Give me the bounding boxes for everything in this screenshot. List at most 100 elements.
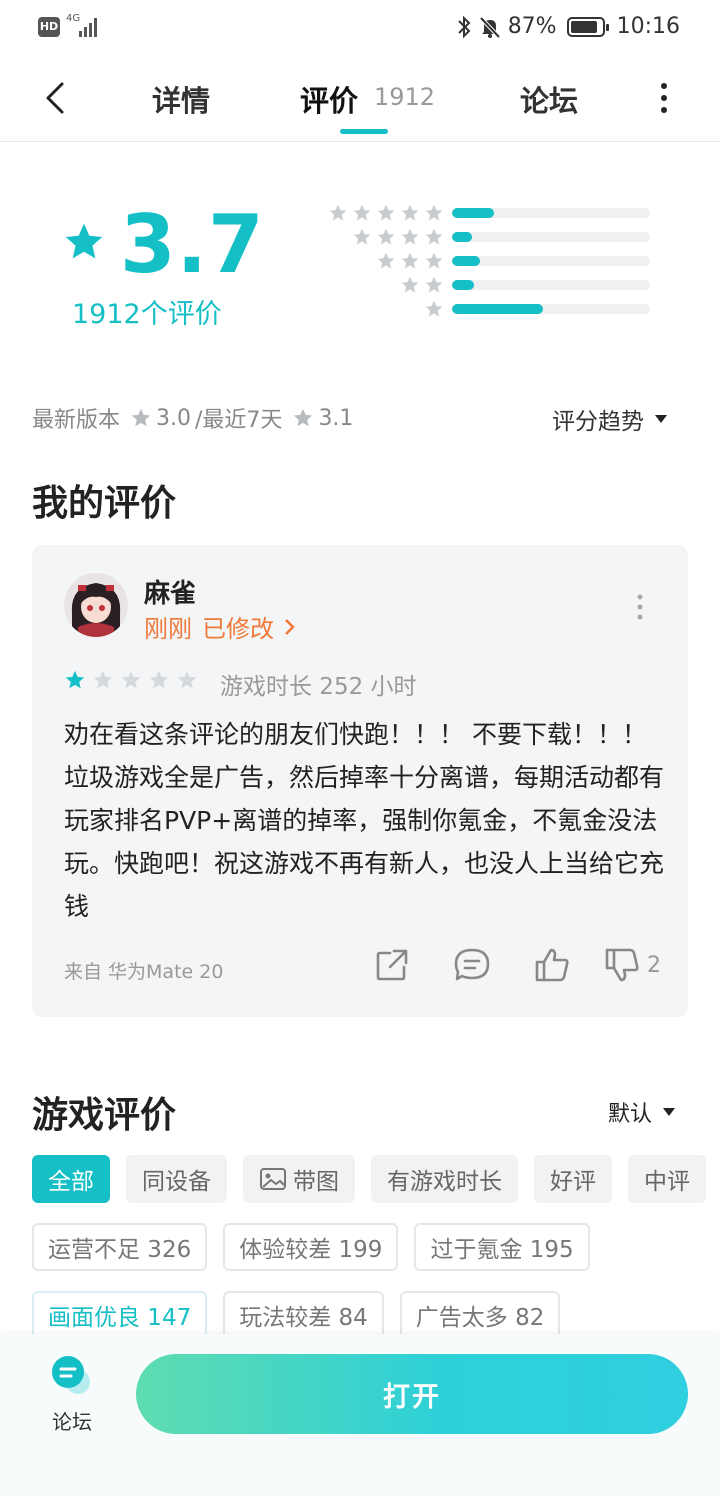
clock: 10:16: [616, 14, 680, 39]
avatar[interactable]: [64, 573, 128, 637]
signal-icon: [79, 18, 97, 37]
dislike-button[interactable]: 2: [592, 947, 672, 983]
tab-review[interactable]: 评价: [300, 78, 358, 120]
star-icon: [401, 276, 419, 293]
star-icon: [425, 300, 443, 317]
my-review-stars: [64, 669, 198, 691]
distribution-stars: [376, 251, 444, 271]
star-icon: [377, 228, 395, 245]
tag-chip[interactable]: 画面优良 147: [32, 1291, 208, 1339]
game-reviews-heading: 游戏评价: [32, 1095, 177, 1136]
distribution-row-5: [300, 203, 650, 223]
star-icon: [377, 204, 395, 221]
star-icon: [425, 252, 443, 269]
star-icon: [425, 204, 443, 221]
comment-icon: [454, 948, 490, 981]
distribution-row-1: [300, 299, 650, 319]
tab-review-count: 1912: [374, 83, 436, 111]
star-icon: [329, 204, 347, 221]
version-scores: 最新版本 3.0 /最近7天 3.1: [32, 402, 353, 434]
distribution-row-4: [300, 227, 650, 247]
distribution-bar: [452, 280, 650, 290]
review-text: 劝在看这条评论的朋友们快跑！！！ 不要下载！！！ 垃圾游戏全是广告，然后掉率十分…: [64, 720, 665, 921]
star-icon: [401, 228, 419, 245]
back-arrow-icon[interactable]: [40, 78, 70, 118]
distribution-stars: [352, 227, 444, 247]
tag-chip[interactable]: 运营不足 326: [32, 1223, 208, 1271]
star-icon: [425, 228, 443, 245]
distribution-bar-fill: [452, 208, 494, 218]
active-tab-indicator: [340, 129, 388, 134]
username[interactable]: 麻雀: [144, 573, 196, 610]
tag-chip[interactable]: 广告太多 82: [399, 1291, 561, 1339]
filter-with-image[interactable]: 带图: [243, 1155, 355, 1203]
filter-neutral[interactable]: 中评: [628, 1155, 706, 1203]
mute-bell-icon: [479, 16, 501, 38]
recent-label: /最近7天: [195, 408, 283, 433]
tag-row-2: 画面优良 147 玩法较差 84 广告太多 82: [32, 1291, 561, 1339]
caret-down-icon: [655, 415, 667, 423]
distribution-bar: [452, 232, 650, 242]
tag-row-1: 运营不足 326 体验较差 199 过于氪金 195: [32, 1223, 590, 1271]
star-icon: [377, 252, 395, 269]
review-meta[interactable]: 刚刚 已修改: [144, 609, 296, 644]
rating-trend-dropdown[interactable]: 评分趋势: [552, 402, 668, 436]
star-icon: [93, 670, 113, 689]
comment-button[interactable]: [432, 947, 512, 983]
thumbs-down-icon: [605, 948, 639, 982]
share-button[interactable]: [352, 947, 432, 983]
filter-playtime[interactable]: 有游戏时长: [371, 1155, 518, 1203]
tag-chip[interactable]: 体验较差 199: [223, 1223, 399, 1271]
filter-same-device[interactable]: 同设备: [126, 1155, 227, 1203]
star-icon: [401, 252, 419, 269]
latest-version-score: 3.0: [156, 405, 192, 431]
tag-chip[interactable]: 玩法较差 84: [223, 1291, 384, 1339]
share-icon: [376, 949, 408, 981]
tab-detail[interactable]: 详情: [152, 78, 210, 120]
my-review-heading: 我的评价: [32, 483, 177, 524]
star-icon: [425, 276, 443, 293]
top-nav: 详情 评价 1912 论坛: [0, 56, 720, 142]
latest-version-label: 最新版本: [32, 408, 121, 433]
tag-chip[interactable]: 过于氪金 195: [414, 1223, 590, 1271]
forum-icon[interactable]: [50, 1354, 94, 1398]
distribution-row-3: [300, 251, 650, 271]
tab-forum[interactable]: 论坛: [520, 78, 578, 120]
hd-badge: HD: [38, 17, 60, 37]
device-label: 来自 华为Mate 20: [64, 961, 224, 983]
average-score: 3.7: [120, 198, 265, 291]
battery-percent: 87%: [507, 14, 557, 39]
distribution-bar: [452, 304, 650, 314]
recent-score: 3.1: [318, 405, 354, 431]
status-bar: HD 4G 87% 10:16: [0, 0, 720, 56]
review-more-icon[interactable]: [634, 593, 646, 621]
small-star-icon: [131, 408, 151, 427]
distribution-bar: [452, 256, 650, 266]
filter-positive[interactable]: 好评: [534, 1155, 612, 1203]
thumbs-up-icon: [535, 948, 569, 982]
star-icon: [401, 204, 419, 221]
filter-with-image-label: 带图: [293, 1169, 339, 1195]
sort-dropdown[interactable]: 默认: [608, 1096, 676, 1128]
open-button[interactable]: 打开: [136, 1354, 688, 1434]
caret-down-icon: [663, 1108, 676, 1116]
sort-label: 默认: [608, 1102, 653, 1127]
more-vert-icon[interactable]: [652, 80, 676, 116]
distribution-bar-fill: [452, 232, 472, 242]
star-icon: [65, 670, 85, 689]
small-star-icon: [294, 408, 313, 427]
like-button[interactable]: [512, 947, 592, 983]
battery-icon: [566, 16, 609, 37]
distribution-bar: [452, 208, 650, 218]
edited-label: 已修改: [202, 615, 274, 643]
trend-label: 评分趋势: [552, 409, 644, 435]
playtime: 游戏时长 252 小时: [220, 674, 417, 700]
star-icon: [353, 204, 371, 221]
star-icon: [121, 670, 141, 689]
review-actions: 2: [352, 947, 672, 983]
filter-all[interactable]: 全部: [32, 1155, 110, 1203]
bluetooth-icon: [457, 15, 471, 38]
distribution-bar-fill: [452, 256, 480, 266]
forum-label[interactable]: 论坛: [52, 1406, 92, 1435]
review-time: 刚刚: [144, 615, 192, 643]
